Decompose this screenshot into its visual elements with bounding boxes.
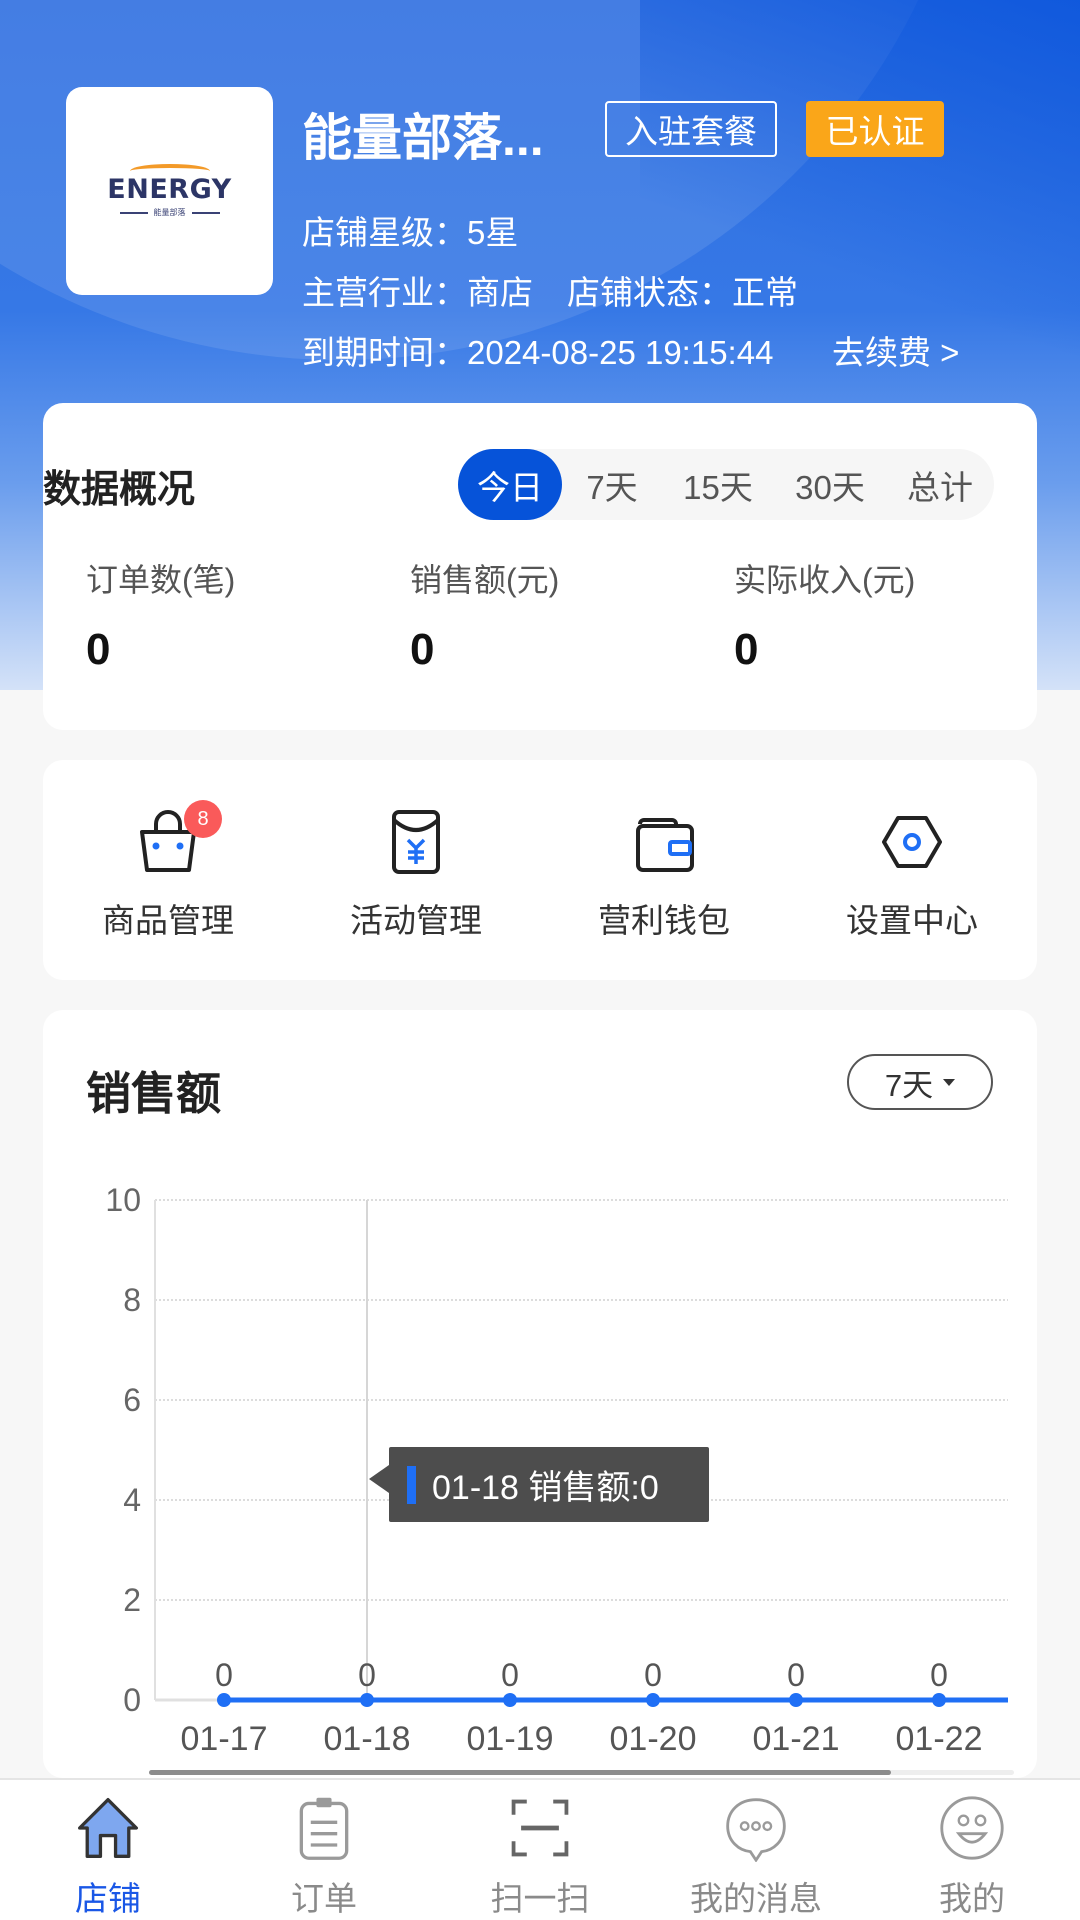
tab-label: 店铺 (75, 1880, 141, 1917)
income-label: 实际收入(元) (734, 562, 916, 598)
tab-label: 扫一扫 (490, 1880, 590, 1917)
tab-7-days[interactable]: 7天 (562, 449, 662, 520)
chart-range-dropdown[interactable]: 7天 (847, 1054, 993, 1110)
tab-scan[interactable]: 扫一扫 (432, 1780, 648, 1920)
logo-subtext: 能量部落 (153, 208, 186, 217)
shop-star-level: 店铺星级：5星 (302, 206, 518, 254)
bottom-tab-bar: 店铺 订单 扫一扫 我的消息 我的 (0, 1778, 1080, 1920)
star-value: 5星 (467, 214, 519, 251)
menu-settings-center[interactable]: 设置中心 (812, 810, 1012, 942)
home-icon (78, 1798, 138, 1858)
chart-scrollbar[interactable] (149, 1770, 1014, 1775)
wallet-icon (632, 810, 696, 874)
menu-label: 营利钱包 (598, 902, 730, 939)
industry-value: 商店 (467, 274, 533, 311)
income-value: 0 (734, 625, 759, 674)
tab-today[interactable]: 今日 (458, 449, 562, 520)
menu-profit-wallet[interactable]: 营利钱包 (564, 810, 764, 942)
renew-link[interactable]: 去续费 > (832, 326, 959, 374)
expiry-label: 到期时间： (302, 334, 467, 371)
status-value: 正常 (732, 274, 798, 311)
status-label: 店铺状态： (567, 274, 732, 311)
tab-total[interactable]: 总计 (886, 449, 994, 520)
product-count-badge: 8 (184, 800, 222, 838)
tab-me[interactable]: 我的 (864, 1780, 1080, 1920)
shop-expiry: 到期时间：2024-08-25 19:15:44 (302, 326, 773, 374)
tab-30-days[interactable]: 30天 (774, 449, 886, 520)
tab-orders[interactable]: 订单 (216, 1780, 432, 1920)
tab-messages[interactable]: 我的消息 (648, 1780, 864, 1920)
shop-industry-status: 主营行业：商店 店铺状态：正常 (302, 266, 798, 314)
menu-label: 设置中心 (846, 902, 978, 939)
divider (119, 211, 148, 214)
caret-down-icon (943, 1078, 956, 1086)
verified-badge: 已认证 (806, 101, 944, 157)
overview-range-tabs: 今日 7天 15天 30天 总计 (458, 449, 994, 520)
star-label: 店铺星级： (302, 214, 467, 251)
menu-label: 活动管理 (350, 902, 482, 939)
orders-value: 0 (86, 625, 111, 674)
expiry-value: 2024-08-25 19:15:44 (467, 334, 774, 371)
industry-label: 主营行业： (302, 274, 467, 311)
menu-label: 商品管理 (102, 902, 234, 939)
menu-product-management[interactable]: 8 商品管理 (68, 800, 268, 942)
tab-label: 我的消息 (690, 1880, 822, 1917)
menu-activity-management[interactable]: 活动管理 (316, 810, 516, 942)
range-selected-value: 7天 (884, 1067, 934, 1103)
overview-title: 数据概况 (43, 469, 196, 511)
series-marker-icon (407, 1465, 416, 1504)
smiley-face-icon (940, 1796, 1004, 1860)
sales-value: 0 (410, 625, 435, 674)
chart-tooltip: 01-18 销售额:0 (369, 1447, 709, 1522)
settings-hexagon-icon (880, 810, 944, 874)
logo-text: ENERGY (107, 174, 232, 205)
chart-scrollbar-thumb[interactable] (149, 1770, 891, 1775)
tab-label: 订单 (291, 1880, 357, 1917)
package-badge[interactable]: 入驻套餐 (605, 101, 777, 157)
tab-label: 我的 (939, 1880, 1005, 1917)
shop-logo: ENERGY 能量部落 (66, 87, 273, 295)
logo-subtitle: 能量部落 (119, 207, 220, 218)
shopping-bag-icon: 8 (136, 800, 222, 874)
shop-name: 能量部落... (302, 110, 544, 166)
divider (191, 211, 220, 214)
clipboard-icon (299, 1797, 349, 1860)
scan-icon (511, 1799, 569, 1857)
tab-store[interactable]: 店铺 (0, 1780, 216, 1920)
sales-label: 销售额(元) (410, 562, 560, 598)
sales-chart-title: 销售额 (86, 1068, 222, 1119)
red-envelope-icon (384, 810, 448, 874)
tooltip-text: 01-18 销售额:0 (432, 1469, 659, 1507)
sales-chart-card (43, 1010, 1037, 1778)
orders-label: 订单数(笔) (86, 562, 236, 598)
tab-15-days[interactable]: 15天 (662, 449, 774, 520)
chat-bubble-icon (726, 1798, 786, 1862)
